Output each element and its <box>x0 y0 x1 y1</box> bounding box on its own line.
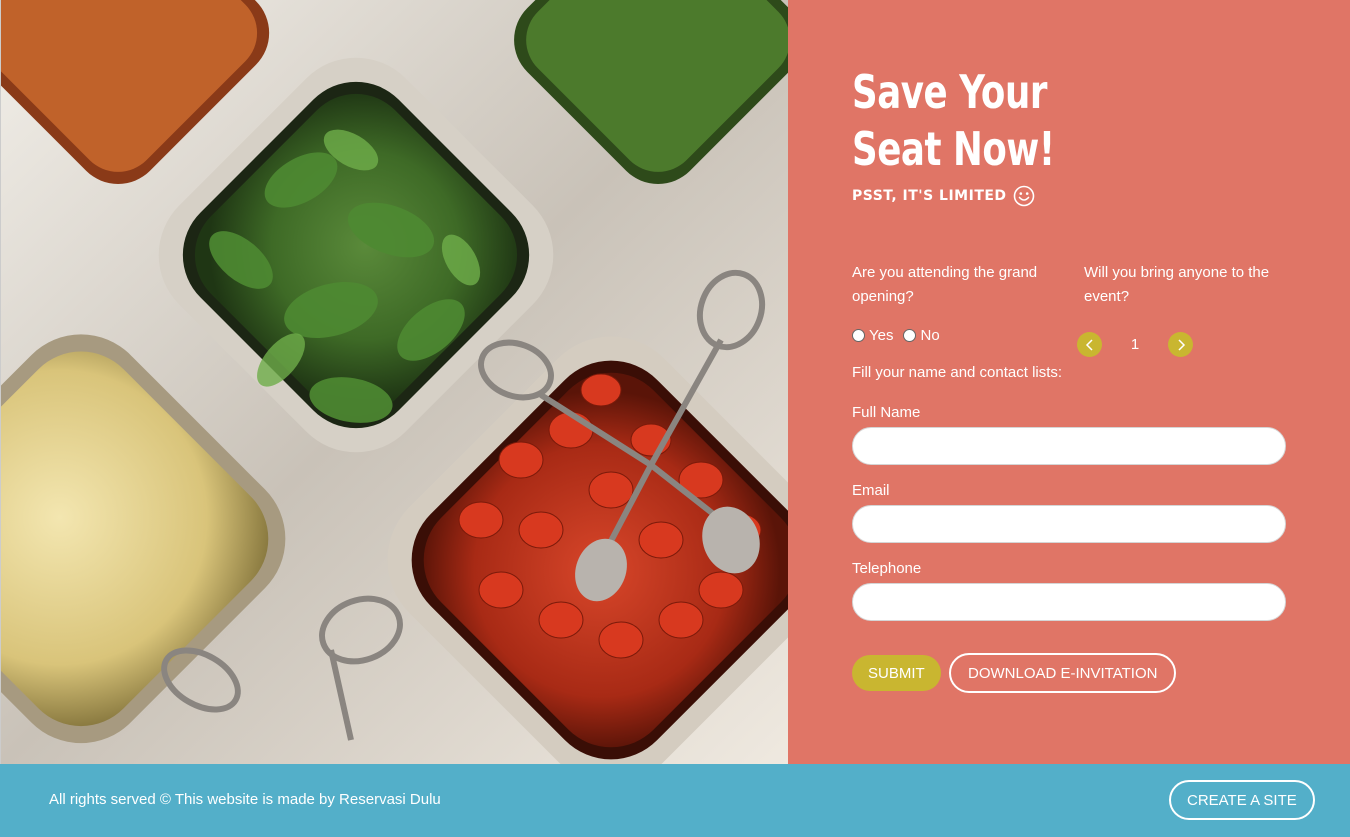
radio-no-label: No <box>920 327 940 344</box>
decrement-button[interactable] <box>1077 332 1102 357</box>
attending-radio-group: Yes No <box>852 327 940 344</box>
subtitle: PSST, IT'S LIMITED <box>852 185 1035 207</box>
chevron-right-icon <box>1177 338 1185 351</box>
salad-bar-illustration <box>1 0 788 764</box>
email-label: Email <box>852 482 890 499</box>
increment-button[interactable] <box>1168 332 1193 357</box>
question-guests: Will you bring anyone to the event? <box>1084 264 1270 305</box>
smiley-icon <box>1013 185 1034 207</box>
full-name-label: Full Name <box>852 404 921 421</box>
radio-yes-circle[interactable] <box>852 329 865 342</box>
radio-no[interactable]: No <box>903 327 940 344</box>
email-input[interactable] <box>852 505 1286 543</box>
hero-photo <box>0 0 788 764</box>
full-name-input[interactable] <box>852 427 1286 465</box>
telephone-input[interactable] <box>852 583 1286 621</box>
subtitle-text: PSST, IT'S LIMITED <box>852 188 1007 204</box>
radio-no-circle[interactable] <box>903 329 917 342</box>
title-line-2: Seat Now! <box>852 122 1055 176</box>
download-invitation-button[interactable]: DOWNLOAD E-INVITATION <box>949 653 1177 693</box>
telephone-label: Telephone <box>852 560 922 577</box>
title-line-1: Save Your <box>852 65 1048 119</box>
page-title: Save Your Seat Now! <box>852 64 1076 178</box>
contact-section-label: Fill your name and contact lists: <box>852 364 1063 381</box>
radio-yes[interactable]: Yes <box>852 327 893 344</box>
rsvp-panel: Save Your Seat Now! PSST, IT'S LIMITED A… <box>788 0 1350 764</box>
question-attending: Are you attending the grand opening? <box>852 264 1038 305</box>
footer-copyright: All rights served © This website is made… <box>49 791 441 808</box>
create-site-button[interactable]: CREATE A SITE <box>1169 780 1315 820</box>
chevron-left-icon <box>1085 338 1093 351</box>
radio-yes-label: Yes <box>869 327 894 344</box>
guest-count-value: 1 <box>1130 336 1140 353</box>
submit-button[interactable]: SUBMIT <box>852 655 941 691</box>
guest-count-stepper: 1 <box>1077 332 1193 357</box>
footer: All rights served © This website is made… <box>0 764 1350 837</box>
